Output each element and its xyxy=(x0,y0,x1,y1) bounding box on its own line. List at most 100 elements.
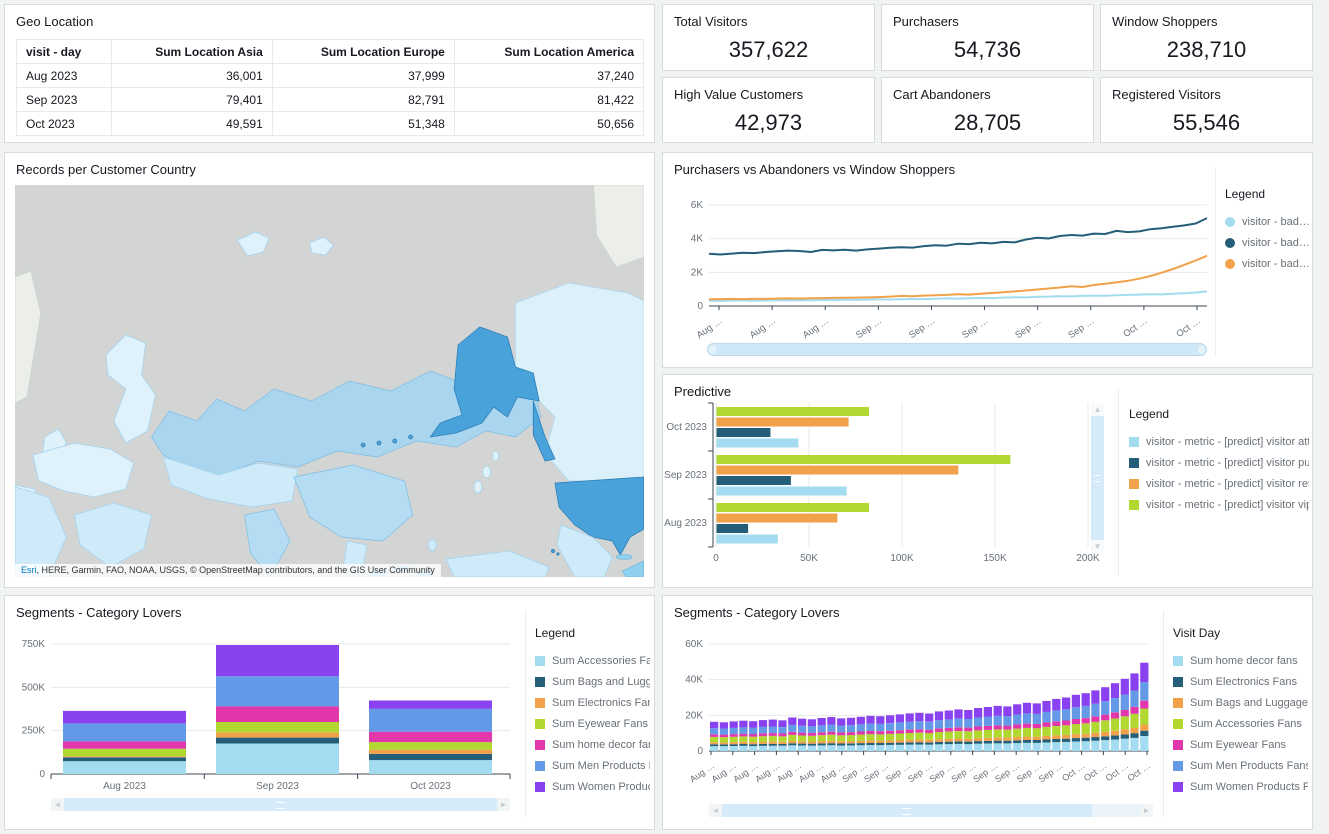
bar-segment[interactable] xyxy=(954,744,962,751)
bar-segment[interactable] xyxy=(906,740,914,743)
bar-segment[interactable] xyxy=(717,524,749,533)
bar-segment[interactable] xyxy=(1091,690,1099,703)
bar-segment[interactable] xyxy=(974,741,982,744)
legend-item[interactable]: visitor - metric - [predict] visitor ret… xyxy=(1129,473,1309,494)
bar-segment[interactable] xyxy=(866,731,874,734)
bar-segment[interactable] xyxy=(1130,673,1138,690)
bar-segment[interactable] xyxy=(717,466,959,475)
bar-segment[interactable] xyxy=(984,741,992,744)
legend-item[interactable]: visitor - bad… xyxy=(1225,232,1311,253)
bar-segment[interactable] xyxy=(1140,731,1148,736)
bar-segment[interactable] xyxy=(857,732,865,735)
bar-segment[interactable] xyxy=(964,739,972,742)
bar-segment[interactable] xyxy=(1023,724,1031,728)
bar-segment[interactable] xyxy=(818,743,826,745)
bar-segment[interactable] xyxy=(847,718,855,725)
bar-segment[interactable] xyxy=(1111,740,1119,752)
bar-segment[interactable] xyxy=(857,745,865,751)
bar-segment[interactable] xyxy=(1101,715,1109,721)
bar-segment[interactable] xyxy=(827,735,835,741)
bar-segment[interactable] xyxy=(1062,709,1070,720)
bar-segment[interactable] xyxy=(739,736,747,742)
segments-daily-scrollbar[interactable]: ◄ ► xyxy=(709,804,1153,817)
bar-segment[interactable] xyxy=(798,719,806,726)
bar-segment[interactable] xyxy=(1072,724,1080,734)
bar-segment[interactable] xyxy=(808,733,816,736)
bar-segment[interactable] xyxy=(818,732,826,735)
legend-item[interactable]: Sum Men Products F… xyxy=(535,755,650,776)
world-map[interactable]: Esri, HERE, Garmin, FAO, NOAA, USGS, © O… xyxy=(15,185,644,577)
bar-segment[interactable] xyxy=(798,733,806,736)
bar-segment[interactable] xyxy=(1101,701,1109,714)
bar-segment[interactable] xyxy=(837,746,845,752)
bar-segment[interactable] xyxy=(759,736,767,742)
bar-segment[interactable] xyxy=(369,742,492,750)
bar-segment[interactable] xyxy=(739,744,747,746)
bar-segment[interactable] xyxy=(1072,734,1080,738)
bar-segment[interactable] xyxy=(1091,733,1099,737)
bar-segment[interactable] xyxy=(808,742,816,744)
bar-segment[interactable] xyxy=(886,740,894,743)
bar-segment[interactable] xyxy=(1082,738,1090,742)
bar-segment[interactable] xyxy=(866,741,874,744)
bar-segment[interactable] xyxy=(935,732,943,739)
bar-segment[interactable] xyxy=(1062,742,1070,751)
bar-segment[interactable] xyxy=(710,742,718,744)
legend-item[interactable]: visitor - metric - [predict] visitor vip… xyxy=(1129,494,1309,515)
bar-segment[interactable] xyxy=(749,734,757,737)
bar-segment[interactable] xyxy=(1033,740,1041,743)
bar-segment[interactable] xyxy=(1101,720,1109,732)
bar-segment[interactable] xyxy=(1052,721,1060,726)
bar-segment[interactable] xyxy=(730,721,738,728)
bar-segment[interactable] xyxy=(1033,743,1041,751)
bar-segment[interactable] xyxy=(1052,699,1060,711)
predictive-scrollbar[interactable]: ▲ ▼ xyxy=(1091,403,1104,553)
bar-segment[interactable] xyxy=(896,740,904,743)
bar-segment[interactable] xyxy=(1130,738,1138,751)
bar-segment[interactable] xyxy=(866,716,874,724)
scroll-left-icon[interactable]: ◄ xyxy=(709,804,722,817)
scrollbar-track[interactable] xyxy=(1092,804,1140,817)
bar-segment[interactable] xyxy=(717,455,1011,464)
scrollbar-thumb[interactable] xyxy=(64,798,497,811)
bar-segment[interactable] xyxy=(974,744,982,751)
bar-segment[interactable] xyxy=(1023,740,1031,743)
bar-segment[interactable] xyxy=(896,730,904,733)
bar-segment[interactable] xyxy=(1062,698,1070,710)
bar-segment[interactable] xyxy=(1121,739,1129,751)
bar-segment[interactable] xyxy=(769,720,777,727)
bar-segment[interactable] xyxy=(984,717,992,726)
bar-segment[interactable] xyxy=(1023,743,1031,751)
bar-segment[interactable] xyxy=(1130,733,1138,738)
bar-segment[interactable] xyxy=(63,741,186,748)
bar-segment[interactable] xyxy=(717,487,847,496)
bar-segment[interactable] xyxy=(759,733,767,736)
bar-segment[interactable] xyxy=(369,709,492,732)
bar-segment[interactable] xyxy=(769,727,777,734)
bar-segment[interactable] xyxy=(925,745,933,751)
bar-segment[interactable] xyxy=(717,407,870,416)
bar-segment[interactable] xyxy=(906,733,914,740)
bar-segment[interactable] xyxy=(1072,707,1080,719)
scroll-left-icon[interactable]: ◄ xyxy=(51,798,64,811)
bar-segment[interactable] xyxy=(1013,729,1021,737)
bar-segment[interactable] xyxy=(1042,727,1050,736)
scroll-right-icon[interactable]: ► xyxy=(497,798,510,811)
segments-monthly-plot[interactable]: 0250K500K750KAug 2023Sep 2023Oct 2023 xyxy=(5,596,520,796)
bar-segment[interactable] xyxy=(974,730,982,738)
bar-segment[interactable] xyxy=(749,728,757,734)
bar-segment[interactable] xyxy=(866,734,874,740)
bar-segment[interactable] xyxy=(1121,679,1129,695)
bar-segment[interactable] xyxy=(788,745,796,751)
bar-segment[interactable] xyxy=(886,734,894,740)
bar-segment[interactable] xyxy=(994,738,1002,741)
bar-segment[interactable] xyxy=(710,744,718,746)
bar-segment[interactable] xyxy=(1111,698,1119,712)
bar-segment[interactable] xyxy=(857,743,865,745)
bar-segment[interactable] xyxy=(1101,736,1109,740)
bar-segment[interactable] xyxy=(954,719,962,728)
bar-segment[interactable] xyxy=(216,732,339,737)
bar-segment[interactable] xyxy=(994,716,1002,726)
bar-segment[interactable] xyxy=(1013,743,1021,751)
bar-segment[interactable] xyxy=(788,741,796,743)
